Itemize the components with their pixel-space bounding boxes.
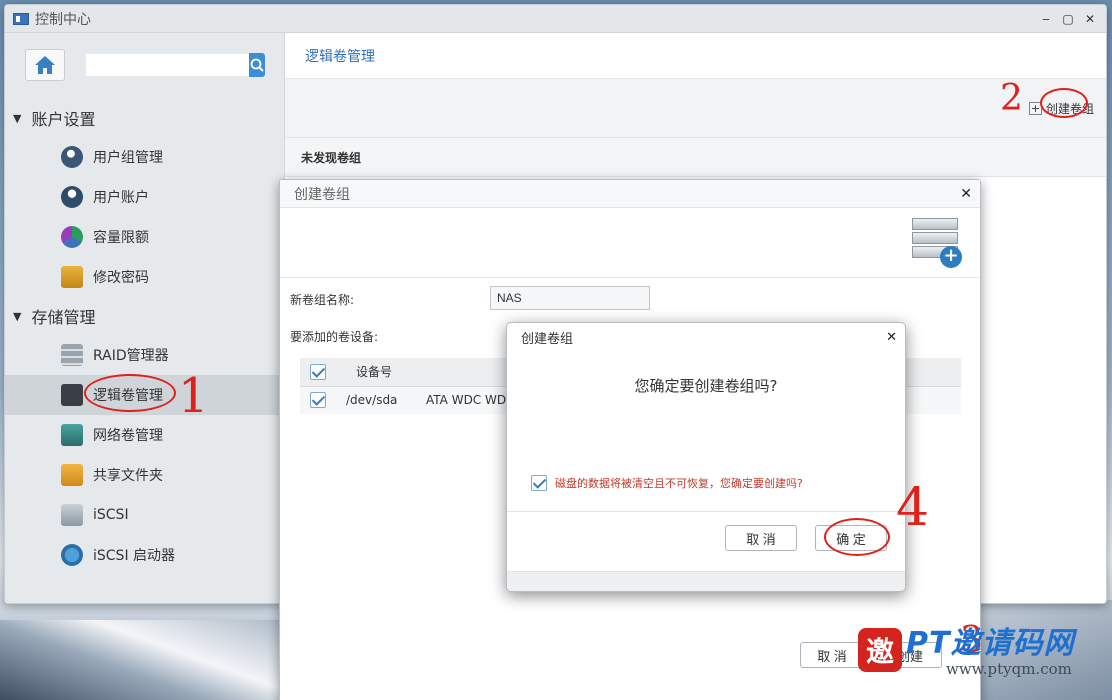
divider xyxy=(507,511,905,512)
dialog-header[interactable]: 创建卷组 ✕ xyxy=(280,180,980,208)
plus-icon: + xyxy=(1028,101,1042,115)
cancel-button[interactable]: 取 消 xyxy=(800,642,864,668)
section-storage-management[interactable]: ▼ 存储管理 xyxy=(5,297,284,335)
sidebar-item-quota[interactable]: 容量限额 xyxy=(5,217,284,257)
sidebar-item-label: 共享文件夹 xyxy=(93,468,163,484)
window-titlebar[interactable]: 控制中心 ‒ ▢ ✕ xyxy=(5,5,1106,33)
page-title: 逻辑卷管理 xyxy=(285,33,1106,79)
sidebar: ▼ 账户设置 用户组管理 用户账户 容量限额 修改密码 ▼ 存储管理 RAID管… xyxy=(5,33,285,603)
empty-state-text: 未发现卷组 xyxy=(285,137,1106,177)
confirm-question: 您确定要创建卷组吗? xyxy=(634,377,778,395)
sidebar-item-label: 逻辑卷管理 xyxy=(93,388,163,404)
toolbar: + 创建卷组 xyxy=(285,79,1106,137)
sidebar-item-shared-folder[interactable]: 共享文件夹 xyxy=(5,455,284,495)
shared-folder-icon xyxy=(61,464,83,486)
minimize-icon[interactable]: ‒ xyxy=(1040,12,1052,26)
select-all-checkbox[interactable] xyxy=(310,363,326,380)
triangle-down-icon: ▼ xyxy=(13,111,22,125)
create-volume-group-button[interactable]: + 创建卷组 xyxy=(1028,100,1094,117)
create-volume-group-label: 创建卷组 xyxy=(1045,101,1094,116)
home-icon xyxy=(35,56,55,74)
iscsi-initiator-icon xyxy=(61,544,83,566)
data-loss-warning[interactable]: 磁盘的数据将被清空且不可恢复，您确定要创建吗? xyxy=(531,475,803,491)
sidebar-item-change-password[interactable]: 修改密码 xyxy=(5,257,284,297)
close-icon[interactable]: ✕ xyxy=(1084,12,1096,26)
section-label: 账户设置 xyxy=(31,110,96,129)
search-box xyxy=(85,53,265,77)
home-button[interactable] xyxy=(25,49,65,81)
devices-label: 要添加的卷设备: xyxy=(290,330,379,344)
user-icon xyxy=(61,186,83,208)
search-button[interactable] xyxy=(249,53,265,77)
sidebar-item-label: 用户组管理 xyxy=(93,150,163,166)
vg-name-input[interactable] xyxy=(490,286,650,310)
desktop-background-mountain xyxy=(0,620,300,700)
warning-text: 磁盘的数据将被清空且不可恢复，您确定要创建吗? xyxy=(555,477,803,490)
sidebar-item-label: RAID管理器 xyxy=(93,348,169,364)
cell-device: /dev/sda xyxy=(340,386,426,414)
dialog-title: 创建卷组 xyxy=(294,186,350,203)
vg-name-label: 新卷组名称: xyxy=(290,293,355,307)
sidebar-item-iscsi[interactable]: iSCSI xyxy=(5,495,284,535)
sidebar-item-label: 网络卷管理 xyxy=(93,428,163,444)
sidebar-item-user-groups[interactable]: 用户组管理 xyxy=(5,137,284,177)
maximize-icon[interactable]: ▢ xyxy=(1062,12,1074,26)
search-input[interactable] xyxy=(85,53,249,77)
add-disk-icon: + xyxy=(912,218,962,268)
confirm-dialog-title: 创建卷组 xyxy=(521,331,574,347)
sidebar-item-label: 修改密码 xyxy=(93,270,149,286)
cancel-button[interactable]: 取 消 xyxy=(725,525,797,551)
lock-icon xyxy=(61,266,83,288)
sidebar-item-network-volume[interactable]: 网络卷管理 xyxy=(5,415,284,455)
sidebar-item-user-accounts[interactable]: 用户账户 xyxy=(5,177,284,217)
quota-icon xyxy=(61,226,83,248)
create-button[interactable]: 创建 xyxy=(878,642,942,668)
sidebar-item-raid[interactable]: RAID管理器 xyxy=(5,335,284,375)
search-icon xyxy=(250,58,264,72)
confirm-dialog: 创建卷组 ✕ 您确定要创建卷组吗? 磁盘的数据将被清空且不可恢复，您确定要创建吗… xyxy=(506,322,906,592)
close-icon[interactable]: ✕ xyxy=(960,186,972,202)
iscsi-icon xyxy=(61,504,83,526)
lvm-icon xyxy=(61,384,83,406)
control-center-icon xyxy=(13,12,29,25)
sidebar-nav: ▼ 账户设置 用户组管理 用户账户 容量限额 修改密码 ▼ 存储管理 RAID管… xyxy=(5,99,284,575)
user-group-icon xyxy=(61,146,83,168)
confirm-dialog-header[interactable]: 创建卷组 ✕ xyxy=(507,323,905,351)
close-icon[interactable]: ✕ xyxy=(886,330,897,345)
window-title: 控制中心 xyxy=(35,11,91,28)
sidebar-item-label: 容量限额 xyxy=(93,230,149,246)
raid-icon xyxy=(61,344,83,366)
sidebar-item-iscsi-initiator[interactable]: iSCSI 启动器 xyxy=(5,535,284,575)
dialog-banner: + xyxy=(280,208,980,278)
dialog-footer xyxy=(507,571,905,591)
sidebar-item-label: 用户账户 xyxy=(93,190,149,206)
confirm-data-loss-checkbox[interactable] xyxy=(531,475,547,491)
column-header-device: 设备号 xyxy=(340,358,426,387)
section-account-settings[interactable]: ▼ 账户设置 xyxy=(5,99,284,137)
row-checkbox[interactable] xyxy=(310,392,326,409)
sidebar-item-label: iSCSI xyxy=(93,507,129,523)
sidebar-item-lvm[interactable]: 逻辑卷管理 xyxy=(5,375,284,415)
triangle-down-icon: ▼ xyxy=(13,309,22,323)
sidebar-item-label: iSCSI 启动器 xyxy=(93,548,176,564)
network-volume-icon xyxy=(61,424,83,446)
ok-button[interactable]: 确 定 xyxy=(815,525,887,551)
section-label: 存储管理 xyxy=(31,308,96,327)
